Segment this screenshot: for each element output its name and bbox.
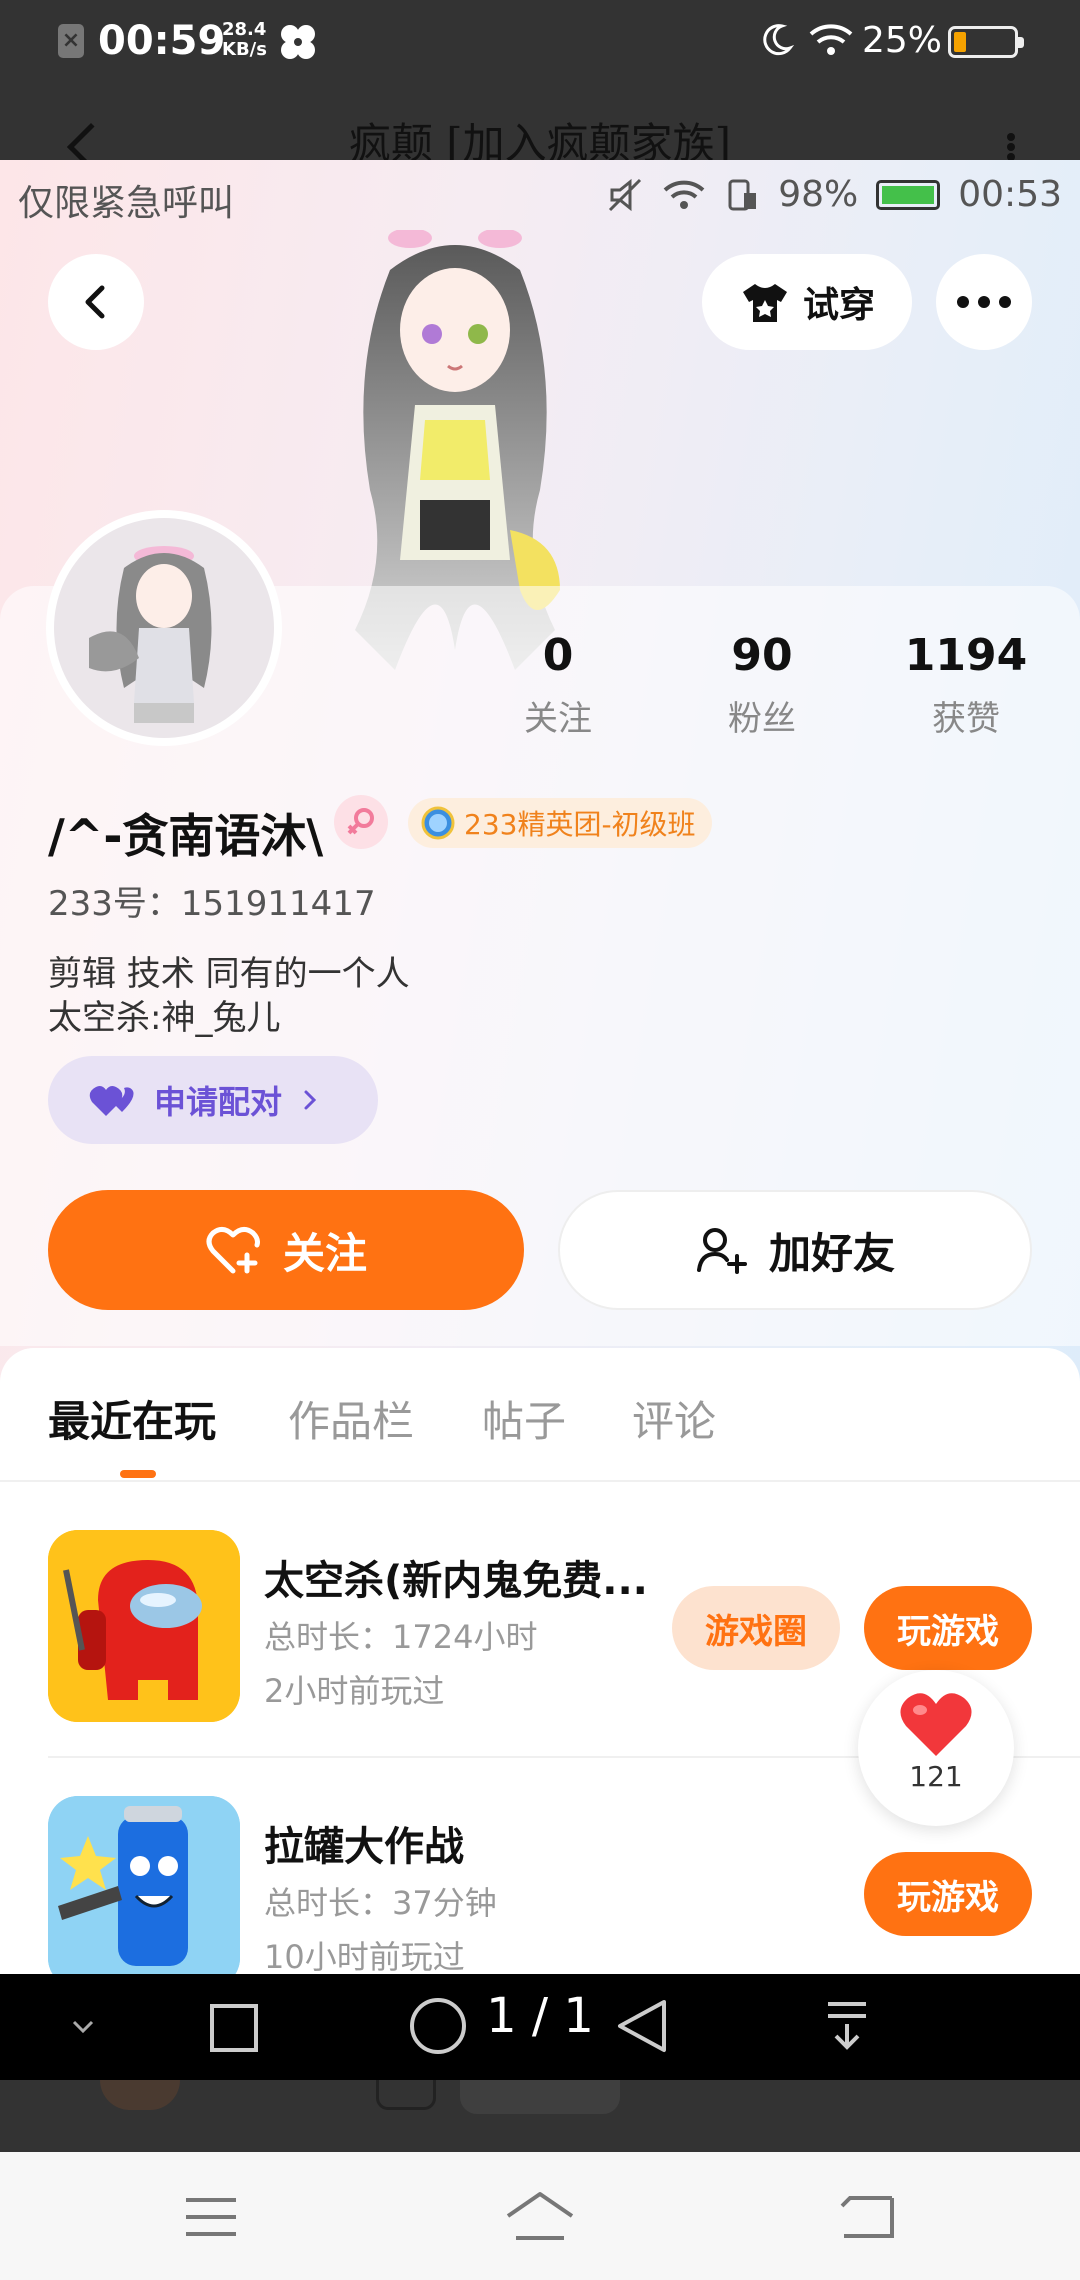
play-game-button-1[interactable]: 玩游戏 [864,1586,1032,1670]
game-last-played-1: 2小时前玩过 [264,1672,445,1710]
bio-line-2: 太空杀:神_兔儿 [48,998,281,1038]
double-heart-icon [89,1086,134,1116]
follow-label: 关注 [282,1228,367,1278]
battery-icon [948,26,1024,58]
notification-x-icon: × [58,24,84,58]
inner-wifi-icon [663,180,705,209]
bio-line-1: 剪辑 技术 同有的一个人 [48,954,410,994]
like-button[interactable]: 121 [858,1670,1014,1826]
tab-posts[interactable]: 帖子 [482,1388,566,1449]
add-user-icon [696,1228,747,1274]
wifi-icon [809,24,853,55]
stat-likes[interactable]: 1194 获赞 [886,630,1046,740]
heart-icon [900,1693,972,1756]
follow-button[interactable]: 关注 [48,1190,524,1310]
network-speed: 28.4 KB/s [222,19,267,60]
inner-battery-icon [876,179,941,210]
pair-request-label: 申请配对 [154,1083,283,1121]
add-friend-button[interactable]: 加好友 [558,1190,1032,1310]
rank-badge[interactable]: 233精英团-初级班 [408,798,712,848]
username: /^-贪南语沐\ [48,809,324,863]
menu-icon[interactable] [184,2196,238,2238]
heart-plus-icon [206,1227,260,1274]
outer-battery-percent: 25% [862,20,943,61]
emergency-text: 仅限紧急呼叫 [18,183,235,224]
game-icon-can-battle[interactable] [48,1796,240,1974]
tab-works[interactable]: 作品栏 [288,1388,414,1449]
outer-more-icon[interactable] [1006,132,1016,162]
tab-comments[interactable]: 评论 [632,1388,716,1449]
tab-divider [0,1480,1080,1482]
badge-label: 233精英团-初级班 [464,808,696,841]
outer-navigation-bar [0,2152,1080,2280]
inner-battery-percent: 98% [778,174,859,215]
back-button[interactable] [48,254,144,350]
more-options-button[interactable] [936,254,1032,350]
game-duration-2: 总时长：37分钟 [264,1884,497,1922]
game-duration-1: 总时长：1724小时 [264,1618,538,1656]
inner-status-bar: 仅限紧急呼叫 98% 00:53 [0,160,1080,230]
outer-clock: 00:59 [98,18,226,64]
image-viewer-toolbar [0,2080,1080,2152]
active-tab-indicator [120,1470,156,1478]
game-circle-button[interactable]: 游戏圈 [672,1586,840,1670]
user-id: 233号：151911417 [48,884,376,924]
inner-clock: 00:53 [958,174,1062,215]
more-dots-icon [957,296,1011,308]
profile-screen: 仅限紧急呼叫 98% 00:53 试穿 0 关注 90 粉丝 1194 获赞 /… [0,160,1080,1974]
stat-fans[interactable]: 90 粉丝 [682,630,842,740]
game-title-2[interactable]: 拉罐大作战 [264,1814,464,1872]
add-friend-label: 加好友 [768,1228,895,1278]
try-on-button[interactable]: 试穿 [702,254,912,350]
outer-status-bar: × 00:59 28.4 KB/s 25% 疯颠 [加入疯颠家族] [0,0,1080,172]
avatar[interactable] [46,510,282,746]
pair-request-button[interactable]: 申请配对 [48,1056,378,1144]
stat-following[interactable]: 0 关注 [478,630,638,740]
page-indicator: 1 / 1 [486,1988,594,2044]
like-count: 121 [909,1760,963,1793]
chevron-left-icon [85,285,105,319]
tab-recently-played[interactable]: 最近在玩 [48,1388,216,1449]
return-icon[interactable] [840,2192,896,2240]
game-last-played-2: 10小时前玩过 [264,1938,465,1974]
moon-icon [763,24,794,56]
game-title-1[interactable]: 太空杀(新内鬼免费... [264,1548,648,1606]
sim-icon [728,179,757,210]
badge-medal-icon [421,806,455,840]
try-on-label: 试穿 [802,285,875,326]
chevron-right-icon [304,1090,317,1110]
avatar-character-image [89,546,212,723]
game-icon-space-kill[interactable] [48,1530,240,1722]
mute-icon [609,178,642,211]
home-icon[interactable] [504,2190,576,2242]
female-gender-icon [334,795,388,849]
play-game-button-2[interactable]: 玩游戏 [864,1852,1032,1936]
fan-icon [281,25,315,59]
tshirt-icon [742,284,787,322]
